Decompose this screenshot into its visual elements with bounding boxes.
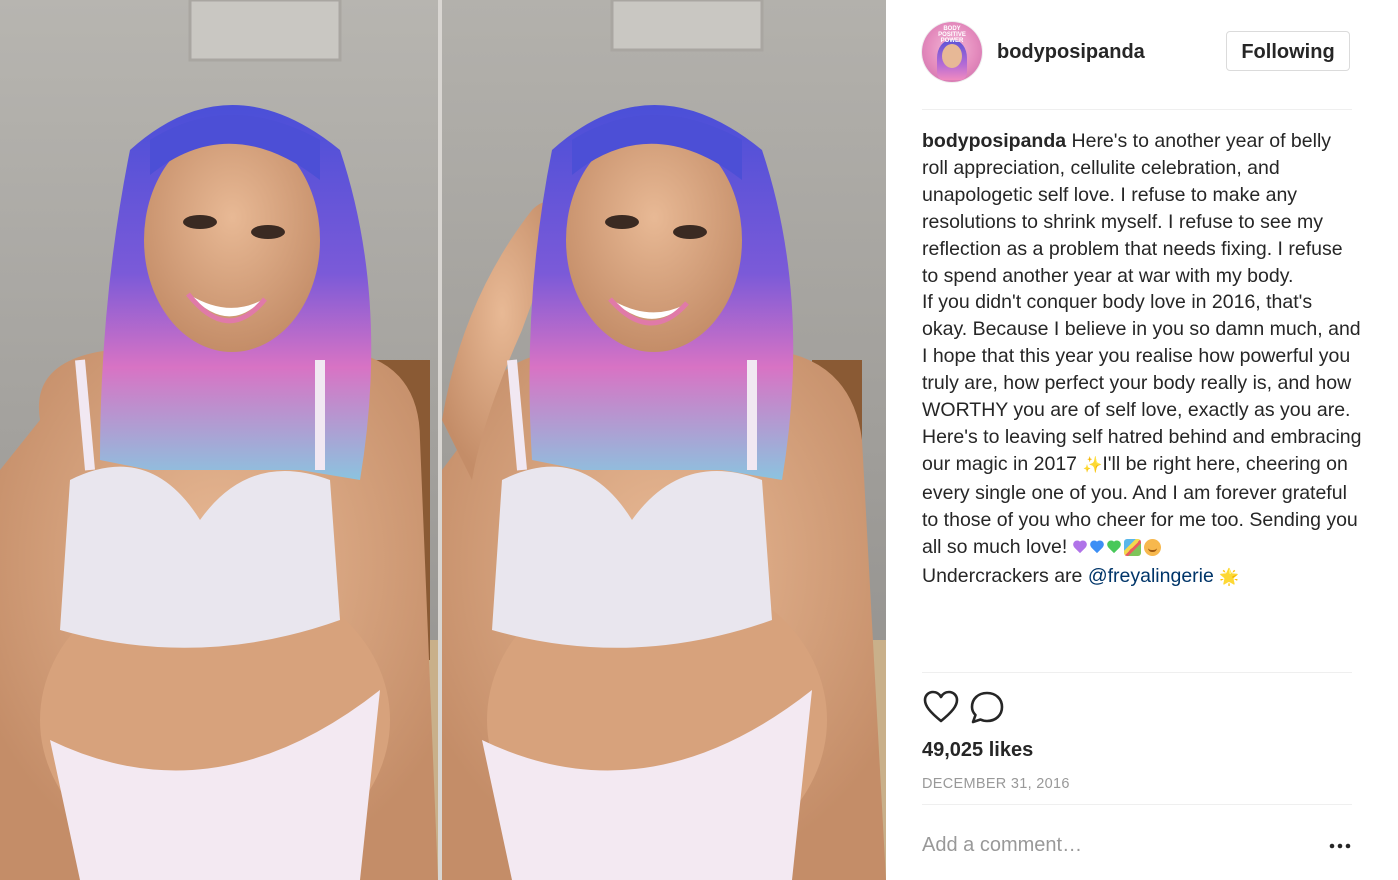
avatar-face [942, 44, 962, 68]
post-date[interactable]: DECEMBER 31, 2016 [922, 776, 1070, 792]
caption-paragraph-2: If you didn't conquer body love in 2016,… [922, 289, 1362, 562]
caption-text-2a: If you didn't conquer body love in 2016,… [922, 291, 1362, 475]
instagram-post: BODY POSITIVE POWER bodyposipanda Follow… [0, 0, 1398, 880]
smiley-icon [1143, 538, 1161, 556]
comment-divider [922, 804, 1352, 805]
freyalingerie-mention-link[interactable]: @freyalingerie [1088, 565, 1214, 587]
purple-heart-icon [1073, 541, 1087, 555]
heart-outline-icon[interactable] [922, 689, 960, 725]
post-photo[interactable] [0, 0, 886, 880]
sparkles-icon: ✨ [1082, 456, 1103, 474]
post-side-panel: BODY POSITIVE POWER bodyposipanda Follow… [886, 0, 1398, 880]
post-header: BODY POSITIVE POWER bodyposipanda Follow… [922, 22, 1352, 86]
like-count[interactable]: 49,025 likes [922, 739, 1033, 762]
rainbow-icon [1123, 538, 1141, 556]
following-button[interactable]: Following [1226, 31, 1350, 71]
caption-paragraph-1: bodyposipanda Here's to another year of … [922, 128, 1362, 289]
more-options-icon[interactable] [1328, 836, 1352, 856]
photo-panel-right [442, 0, 886, 880]
comment-bubble-icon[interactable] [968, 689, 1006, 725]
avatar[interactable]: BODY POSITIVE POWER [922, 22, 982, 82]
caption-author[interactable]: bodyposipanda [922, 130, 1066, 152]
heart-emojis [1073, 536, 1124, 563]
header-divider [922, 109, 1352, 110]
avatar-badge-text: BODY POSITIVE POWER [938, 26, 966, 44]
post-caption: bodyposipanda Here's to another year of … [922, 128, 1362, 591]
glowing-star-icon: 🌟 [1219, 568, 1240, 586]
caption-divider [922, 672, 1352, 673]
green-heart-icon [1107, 541, 1121, 555]
photo-panel-left [0, 0, 438, 880]
blue-heart-icon [1090, 541, 1104, 555]
caption-credit: Undercrackers are @freyalingerie 🌟 [922, 563, 1362, 592]
username[interactable]: bodyposipanda [997, 41, 1145, 64]
caption-text-1: Here's to another year of belly roll app… [922, 130, 1343, 287]
comment-input[interactable] [922, 834, 1302, 857]
credit-prefix: Undercrackers are [922, 564, 1088, 587]
